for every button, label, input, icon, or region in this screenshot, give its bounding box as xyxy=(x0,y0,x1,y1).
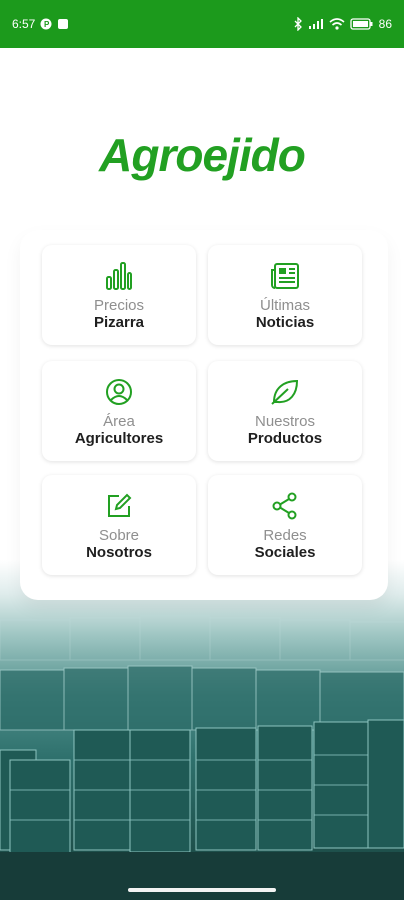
menu-tile-redes-sociales[interactable]: Redes Sociales xyxy=(208,475,362,575)
share-icon xyxy=(268,489,302,523)
crates-background-image xyxy=(0,560,404,900)
tile-label-bold: Sociales xyxy=(254,544,316,561)
home-indicator[interactable] xyxy=(128,888,276,892)
tile-label-bold: Noticias xyxy=(255,314,315,331)
battery-percent: 86 xyxy=(378,17,392,31)
menu-tile-precios-pizarra[interactable]: Precios Pizarra xyxy=(42,245,196,345)
edit-icon xyxy=(102,489,136,523)
tile-label-light: Redes xyxy=(263,527,307,544)
status-time: 6:57 xyxy=(12,17,36,31)
tile-label-light: Precios xyxy=(93,297,145,314)
newspaper-icon xyxy=(268,259,302,293)
tile-label-bold: Agricultores xyxy=(74,430,164,447)
wifi-icon xyxy=(329,18,345,30)
app-logo: Agroejido xyxy=(99,129,306,181)
tile-label-light: Nuestros xyxy=(254,413,316,430)
signal-icon xyxy=(308,18,324,30)
menu-tile-sobre-nosotros[interactable]: Sobre Nosotros xyxy=(42,475,196,575)
status-bar: 6:57 P 86 xyxy=(0,0,404,48)
tile-label-bold: Nosotros xyxy=(86,544,152,561)
tile-label-bold: Productos xyxy=(247,430,323,447)
bluetooth-icon xyxy=(293,17,303,31)
tile-label-light: Área xyxy=(103,413,135,430)
battery-icon xyxy=(349,18,374,30)
bar-chart-icon xyxy=(102,259,136,293)
leaf-icon xyxy=(268,375,302,409)
tile-label-light: Sobre xyxy=(98,527,140,544)
tile-label-bold: Pizarra xyxy=(93,314,145,331)
p-icon: P xyxy=(40,18,52,30)
svg-text:P: P xyxy=(44,20,50,29)
menu-tile-area-agricultores[interactable]: Área Agricultores xyxy=(42,361,196,461)
tile-label-light: Últimas xyxy=(259,297,310,314)
user-circle-icon xyxy=(102,375,136,409)
square-icon xyxy=(57,18,69,30)
menu-tile-nuestros-productos[interactable]: Nuestros Productos xyxy=(208,361,362,461)
menu-tile-ultimas-noticias[interactable]: Últimas Noticias xyxy=(208,245,362,345)
